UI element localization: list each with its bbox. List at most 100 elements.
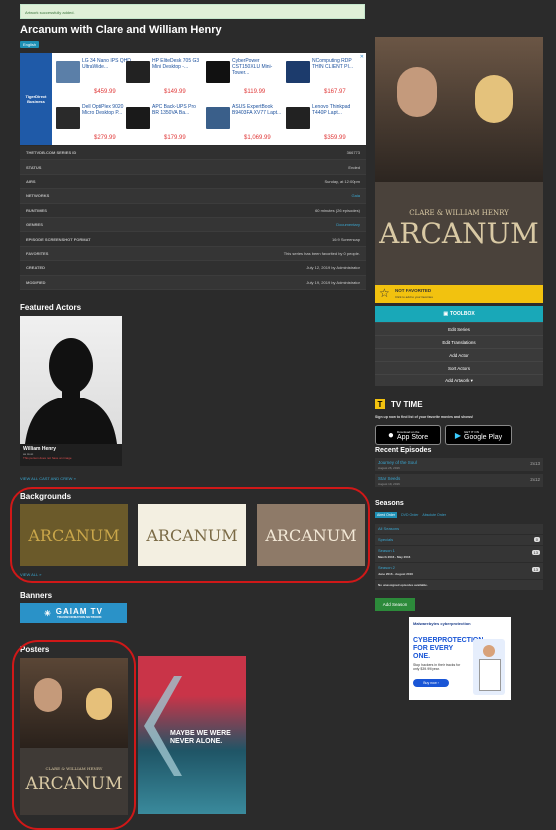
silhouette-icon: [25, 338, 117, 444]
info-row: Created July 12, 2019 by Administrator: [20, 261, 366, 276]
info-label: Modified: [26, 279, 46, 285]
banner-thumbnail[interactable]: ✳ GAIAM TV TRANSFORMATION NETWORK: [20, 603, 127, 623]
toolbox-header: ▣ TOOLBOX: [375, 306, 543, 322]
episode-title: Star Seeds: [378, 476, 401, 481]
info-label: Episode Screenshot Format: [26, 236, 91, 242]
ad-product-name: NComputing RDP THIN CLIENT PI...: [312, 58, 354, 70]
favorite-label: NOT FAVORITED: [395, 288, 432, 293]
ad-product[interactable]: LG 34 Nano IPS QHD UltraWide... $459.99: [54, 55, 132, 99]
info-value: 60 minutes (26 episodes): [315, 207, 360, 213]
toolbox-panel: ▣ TOOLBOX Edit Series Edit Translations A…: [375, 306, 543, 386]
season-count-badge: 13: [531, 550, 540, 555]
add-season-button[interactable]: Add Season: [375, 598, 415, 611]
season-dates: March 2016 - May 2016: [378, 555, 411, 559]
ad-product[interactable]: Lenovo Thinkpad T440P Lapt... $359.99: [284, 101, 362, 145]
info-row: Modified July 19, 2019 by Administrator: [20, 275, 366, 290]
tab-absolute-order[interactable]: Absolute Order: [422, 512, 446, 518]
season-title: All Seasons: [378, 526, 400, 531]
info-label: Runtimes: [26, 207, 47, 213]
info-row: Episode Screenshot Format 16:9 Screencap: [20, 232, 366, 247]
ad2-buy-button[interactable]: Buy now ›: [413, 679, 449, 687]
google-play-text: Google Play: [464, 434, 503, 441]
tvtime-logo-icon: T: [375, 399, 385, 409]
ad-product-price: $149.99: [164, 89, 186, 95]
ad-product-price: $359.99: [324, 135, 346, 141]
toolbox-item-sort-actors[interactable]: Sort Actors: [375, 361, 543, 374]
tab-aired-order[interactable]: Aired Order: [375, 512, 398, 518]
tvtime-description: Sign up now to find list of your favorit…: [375, 415, 474, 419]
language-badge: English: [20, 41, 40, 48]
flash-message: Artwork successfully added.: [20, 4, 365, 19]
series-poster-photo: [375, 37, 543, 182]
star-icon: ☆: [379, 286, 390, 300]
info-row: Genres Documentary: [20, 217, 366, 233]
season-count-badge: 13: [531, 567, 540, 572]
toolbox-item-edit-series[interactable]: Edit Series: [375, 322, 543, 335]
toolbox-item-add-actor[interactable]: Add Actor: [375, 348, 543, 361]
play-icon: ▶: [454, 430, 461, 440]
toolbox-item-edit-translations[interactable]: Edit Translations: [375, 335, 543, 348]
ad-product-name: CyberPower CST150XLU Mini-Tower...: [232, 58, 273, 76]
episode-row[interactable]: Journey of the Soul August 26, 2016 2x13: [375, 458, 543, 472]
actor-card[interactable]: William Henry as Host This person does n…: [20, 316, 122, 466]
red-annotation-circle: [10, 487, 370, 583]
info-label: Created: [26, 265, 46, 271]
banners-heading: Banners: [20, 591, 53, 600]
info-row: Airs Sunday, at 12:00pm: [20, 174, 366, 190]
ad-product[interactable]: CyberPower CST150XLU Mini-Tower... $119.9…: [204, 55, 282, 99]
season-row-specials[interactable]: Specials 0: [375, 535, 543, 546]
chevron-graphic-icon: [144, 676, 182, 776]
recent-episodes-heading: Recent Episodes: [375, 447, 432, 454]
ad-product-price: $459.99: [94, 89, 116, 95]
ad-product-price: $167.97: [324, 89, 346, 95]
series-poster[interactable]: CLARE & WILLIAM HENRY ARCANUM: [375, 37, 543, 285]
google-play-button[interactable]: ▶ GET IT ON Google Play: [445, 425, 512, 445]
episode-code: 2x13: [530, 461, 540, 466]
info-value: 366773: [346, 150, 360, 156]
favorite-toggle[interactable]: ☆ NOT FAVORITED Click to add to your fav…: [375, 285, 543, 303]
ad-banner[interactable]: TigerDirect Business ✕ LG 34 Nano IPS QH…: [20, 53, 366, 145]
info-value: Ended: [348, 164, 360, 170]
info-row: TheTVDB.com Series ID 366773: [20, 146, 366, 161]
toolbox-icon: ▣: [443, 311, 449, 317]
season-row-2[interactable]: Season 2 June 2016 - August 2016 13: [375, 563, 543, 580]
malwarebytes-ad[interactable]: Malwarebytes cyberprotection CYBERPROTEC…: [409, 617, 511, 700]
ad-product-price: $1,069.99: [244, 135, 271, 141]
app-store-text: App Store: [396, 434, 429, 441]
season-row-1[interactable]: Season 1 March 2016 - May 2016 13: [375, 546, 543, 563]
series-info-table: TheTVDB.com Series ID 366773 Status Ended Ai…: [20, 146, 366, 290]
info-row: Runtimes 60 minutes (26 episodes): [20, 203, 366, 218]
info-row: Networks Gaia: [20, 189, 366, 204]
view-all-cast-link[interactable]: VIEW ALL CAST AND CREW »: [20, 476, 76, 481]
toolbox-item-add-artwork[interactable]: Add Artwork ▾: [375, 374, 543, 387]
poster-thumbnail[interactable]: MAYBE WE WERE NEVER ALONE.: [138, 656, 246, 814]
info-row: Status Ended: [20, 160, 366, 175]
info-value: July 19, 2019 by Administrator: [306, 279, 360, 285]
season-row-all[interactable]: All Seasons: [375, 524, 543, 535]
info-value[interactable]: Documentary: [336, 222, 360, 227]
ad-product[interactable]: NComputing RDP THIN CLIENT PI... $167.97: [284, 55, 362, 99]
info-label: Networks: [26, 193, 50, 199]
ad-product-name: APC Back-UPS Pro BR 1350VA Ba...: [152, 104, 196, 116]
tab-dvd-order[interactable]: DVD Order: [401, 512, 418, 518]
red-annotation-circle: [12, 640, 136, 830]
info-value[interactable]: Gaia: [352, 193, 360, 198]
ad-product[interactable]: Dell OptiPlex 9020 Micro Desktop P... $27…: [54, 101, 132, 145]
ad-product[interactable]: ASUS ExpertBook B9403FA XV77 Lapt... $1,0…: [204, 101, 282, 145]
info-value: This series has been favorited by 0 peop…: [283, 250, 360, 256]
ad2-headline: CYBERPROTECTION FOR EVERY ONE.: [413, 637, 484, 660]
episode-row[interactable]: Star Seeds August 19, 2016 2x12: [375, 474, 543, 488]
ad-brand-logo[interactable]: TigerDirect Business: [20, 53, 52, 145]
ad2-body: Stop hackers in their tracks for only $3…: [413, 663, 461, 671]
ad-product-price: $179.99: [164, 135, 186, 141]
ad-product[interactable]: HP EliteDesk 705 G3 Mini Desktop -... $14…: [124, 55, 202, 99]
gaia-logo-icon: ✳: [44, 608, 52, 618]
poster-tagline: MAYBE WE WERE NEVER ALONE.: [170, 730, 231, 745]
info-label: Airs: [26, 178, 36, 184]
seasons-heading: Seasons: [375, 500, 404, 507]
tvtime-heading: TV TIME: [391, 400, 423, 409]
ad-product[interactable]: APC Back-UPS Pro BR 1350VA Ba... $179.99: [124, 101, 202, 145]
info-label: Status: [26, 164, 42, 170]
app-store-button[interactable]: ● Download on the App Store: [375, 425, 441, 445]
actor-name: William Henry: [23, 446, 57, 452]
